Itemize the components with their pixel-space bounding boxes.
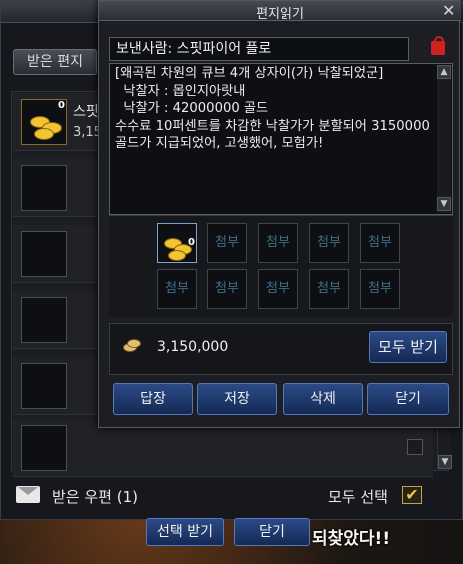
mail-item-slot	[21, 425, 67, 471]
attachment-slot[interactable]: 첨부	[207, 223, 247, 263]
item-count-badge: 0	[58, 100, 65, 111]
attachment-slot[interactable]: 첨부	[258, 269, 298, 309]
received-mail-count: 받은 우편 (1)	[52, 488, 138, 506]
scroll-down-icon[interactable]: ▼	[438, 455, 452, 469]
scroll-up-icon[interactable]: ▲	[437, 65, 451, 79]
tab-inbox[interactable]: 받은 편지	[13, 49, 97, 75]
mail-item-slot	[21, 297, 67, 343]
mail-row-checkbox[interactable]	[407, 439, 423, 455]
scroll-down-icon[interactable]: ▼	[437, 197, 451, 211]
lock-icon	[431, 36, 445, 55]
receive-all-button[interactable]: 모두 받기	[369, 331, 447, 363]
mail-item-slot	[21, 363, 67, 409]
attachment-slot[interactable]: 첨부	[309, 269, 349, 309]
attachment-slot[interactable]: 첨부	[207, 269, 247, 309]
letter-titlebar[interactable]: 편지읽기	[99, 1, 461, 22]
mail-item-slot: 0	[21, 99, 67, 145]
attachment-slot[interactable]: 첨부	[360, 223, 400, 263]
attachment-slot[interactable]: 첨부	[258, 223, 298, 263]
letter-window: 편지읽기 ✕ 보낸사람: 스핏파이어 플로 [왜곡된 차원의 큐브 4개 상자이…	[98, 0, 461, 428]
letter-body-text: [왜곡된 차원의 큐브 4개 상자이(가) 낙찰되었군] 낙찰자 : 몹인지아랏…	[115, 66, 430, 152]
mail-item-slot	[21, 165, 67, 211]
attachment-slot[interactable]: 첨부	[157, 269, 197, 309]
select-all-checkbox[interactable]: ✔	[402, 486, 422, 504]
gold-amount: 3,150,000	[157, 339, 229, 355]
reply-button[interactable]: 답장	[113, 383, 193, 415]
letter-close-button[interactable]: 닫기	[367, 383, 449, 415]
attachment-slot-gold[interactable]: 0	[157, 223, 197, 263]
mailbox-close-button[interactable]: 닫기	[234, 518, 310, 546]
receive-selected-button[interactable]: 선택 받기	[146, 518, 224, 546]
attachment-slot[interactable]: 첨부	[309, 223, 349, 263]
sender-field: 보낸사람: 스핏파이어 플로	[109, 37, 409, 61]
letter-body-scrollbar[interactable]: ▲ ▼	[437, 65, 451, 213]
save-button[interactable]: 저장	[197, 383, 277, 415]
gold-icon	[123, 339, 141, 352]
game-notice-text: 되찾았다!!	[312, 529, 391, 549]
letter-title: 편지읽기	[256, 7, 304, 22]
attachment-count-badge: 0	[188, 237, 195, 248]
mail-item-slot	[21, 231, 67, 277]
gold-coin-icon	[34, 128, 54, 140]
delete-button[interactable]: 삭제	[283, 383, 363, 415]
envelope-icon	[16, 486, 40, 503]
attachment-slot[interactable]: 첨부	[360, 269, 400, 309]
gold-coin-icon	[168, 250, 186, 261]
close-icon[interactable]: ✕	[442, 1, 455, 20]
select-all-label: 모두 선택	[328, 488, 388, 506]
